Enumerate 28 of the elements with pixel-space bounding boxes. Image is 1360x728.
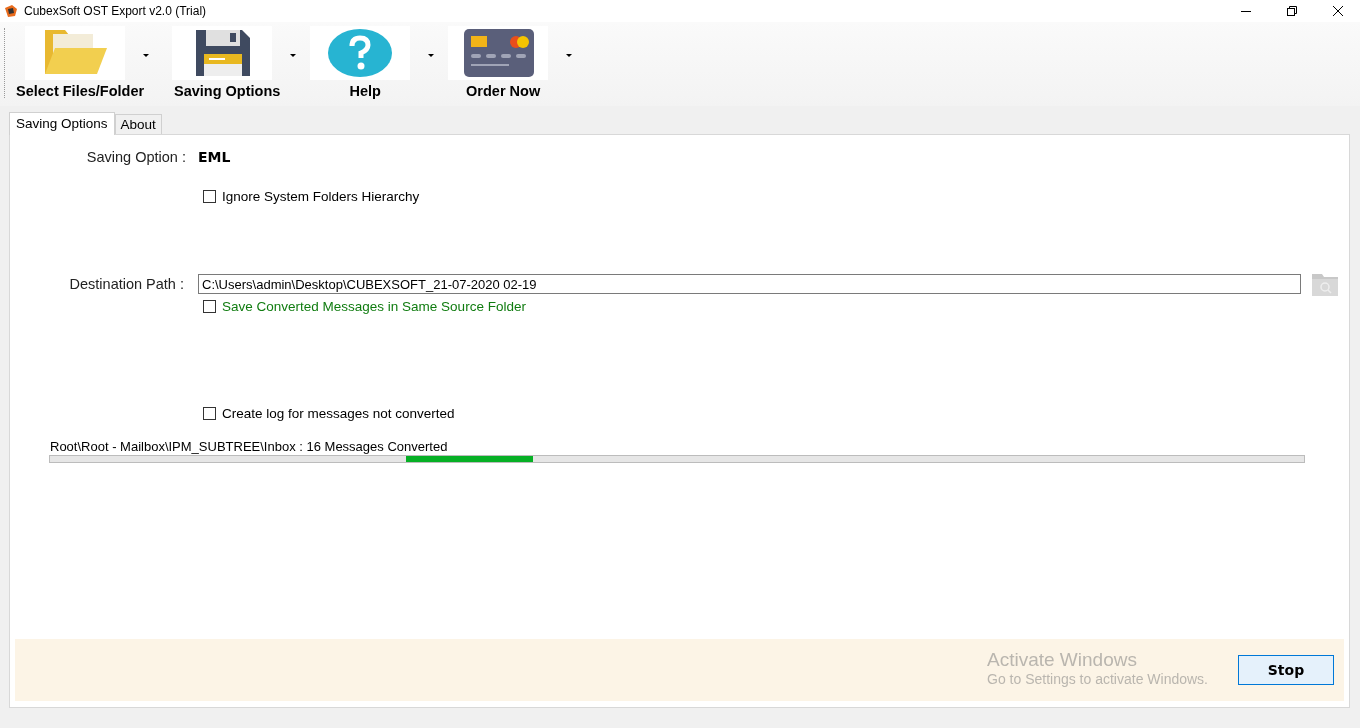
checkbox-label[interactable]: Create log for messages not converted [222,406,455,421]
restore-icon[interactable] [1286,5,1298,17]
toolbar-button-label[interactable]: Select Files/Folder [16,83,145,99]
stop-button[interactable]: Stop [1238,655,1334,685]
close-icon[interactable] [1332,5,1344,17]
toolbar-button-label[interactable]: Help [349,83,381,99]
activation-notice-title: Activate Windows [987,649,1138,671]
activation-notice-text: Go to Settings to activate Windows. [987,671,1208,687]
dropdown-caret-icon[interactable] [143,54,150,58]
toolbar-button-label[interactable]: Order Now [466,83,541,99]
checkbox-label[interactable]: Ignore System Folders Hierarchy [222,189,420,204]
field-label: Destination Path : [68,276,185,292]
tab[interactable]: About [114,114,162,134]
checkbox[interactable] [203,190,216,203]
saving-option-value: EML [198,149,232,165]
progress-status-text: Root\Root - Mailbox\IPM_SUBTREE\Inbox : 16 Messages Converted [50,439,449,454]
checkbox-label[interactable]: Save Converted Messages in Same Source Folder [222,299,526,314]
field-label: Saving Option : [85,149,187,165]
dropdown-caret-icon[interactable] [290,54,297,58]
tab[interactable]: Saving Options [9,112,115,135]
destination-path-field[interactable]: C:\Users\admin\Desktop\CUBEXSOFT_21-07-2020 02-19 [198,274,1301,294]
dropdown-caret-icon[interactable] [428,54,435,58]
dropdown-caret-icon[interactable] [566,54,573,58]
app-logo-icon [4,4,18,18]
checkbox[interactable] [203,300,216,313]
toolbar-button-label[interactable]: Saving Options [173,83,281,99]
checkbox[interactable] [203,407,216,420]
window-title: CubexSoft OST Export v2.0 (Trial) [24,4,207,18]
